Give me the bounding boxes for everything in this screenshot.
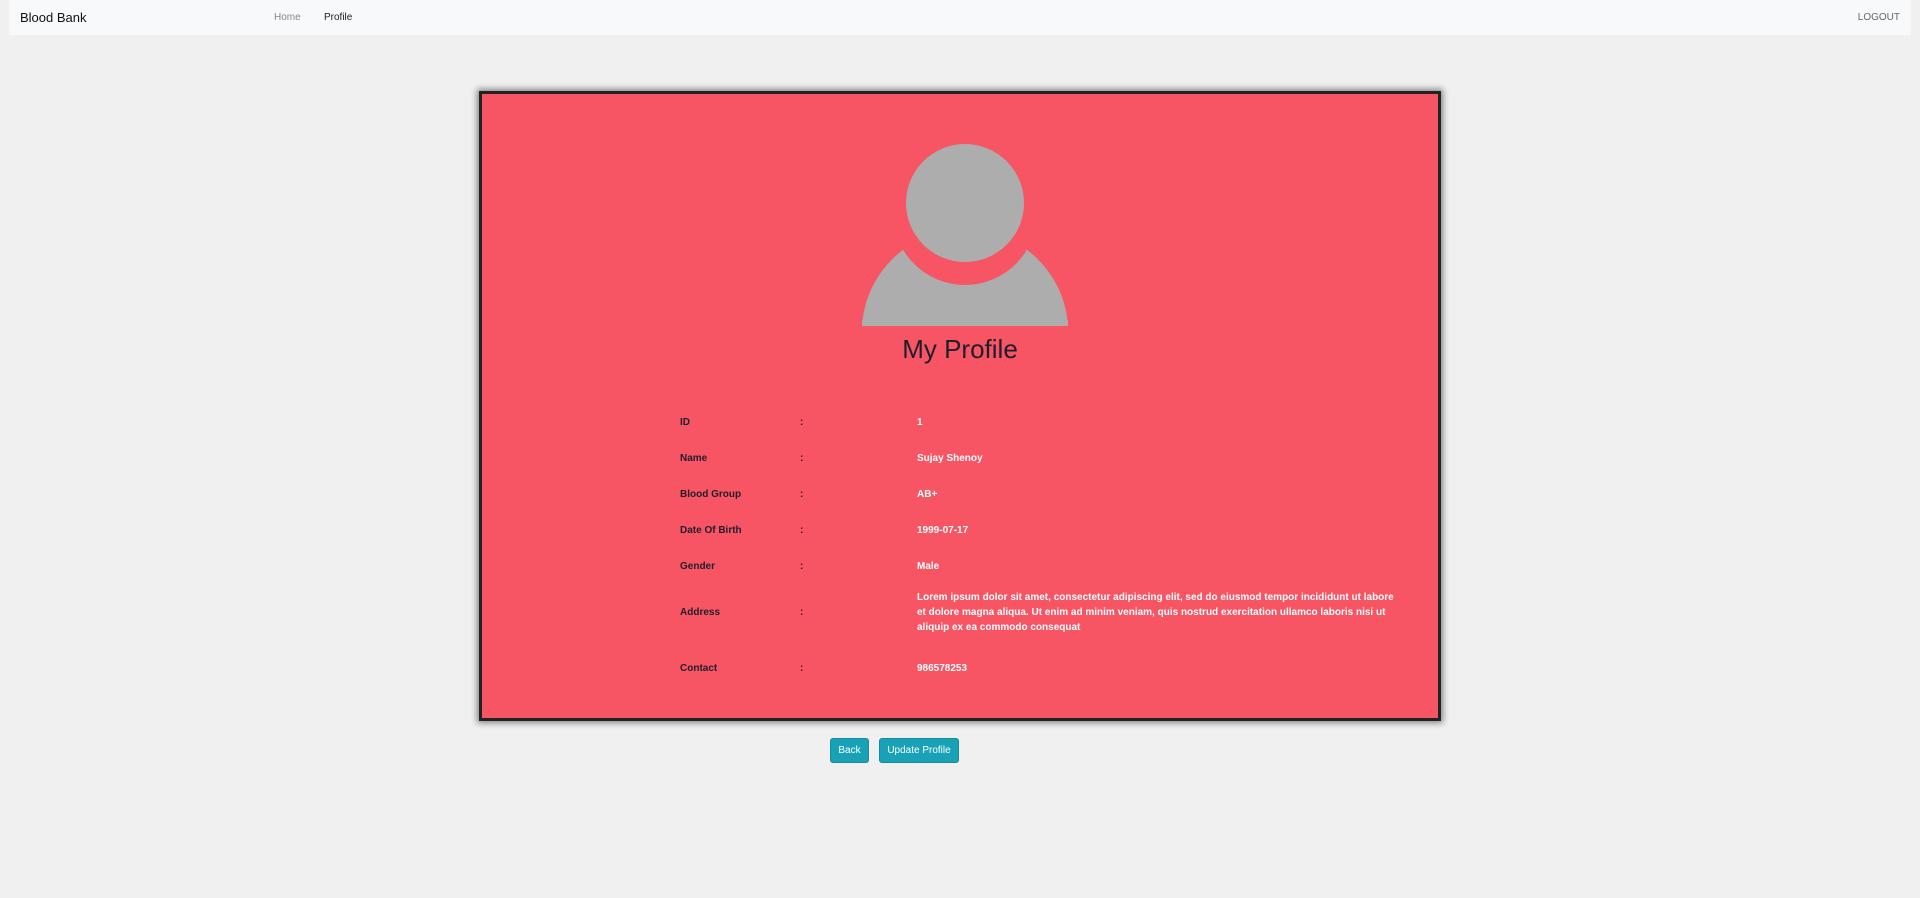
field-value: 986578253 [917, 663, 968, 674]
nav-link-profile[interactable]: Profile [324, 0, 352, 35]
field-label: Name [680, 453, 708, 464]
field-row-name: Name : Sujay Shenoy [680, 451, 1400, 466]
field-row-id: ID : 1 [680, 415, 1400, 430]
field-label: Address [680, 607, 721, 618]
user-avatar-icon [862, 141, 1068, 326]
field-value: 1 [917, 417, 923, 428]
field-separator: : [800, 525, 804, 536]
field-separator: : [800, 663, 804, 674]
field-label: Contact [680, 663, 718, 674]
back-button[interactable]: Back [831, 739, 868, 762]
field-value: 1999-07-17 [917, 525, 969, 536]
field-label: Blood Group [680, 489, 742, 500]
field-row-blood-group: Blood Group : AB+ [680, 487, 1400, 502]
field-row-date-of-birth: Date Of Birth : 1999-07-17 [680, 523, 1400, 538]
field-label: Date Of Birth [680, 525, 742, 536]
field-row-address: Address : Lorem ipsum dolor sit amet, co… [680, 590, 1400, 635]
profile-card: My Profile ID : 1 Name : Sujay Shenoy Bl… [479, 91, 1441, 721]
field-value: Sujay Shenoy [917, 453, 983, 464]
page-title: My Profile [902, 334, 1018, 364]
field-value: Lorem ipsum dolor sit amet, consectetur … [917, 592, 1394, 633]
field-separator: : [800, 561, 804, 572]
field-separator: : [800, 417, 804, 428]
field-label: ID [680, 417, 690, 428]
nav-link-home[interactable]: Home [274, 0, 301, 35]
field-separator: : [800, 607, 804, 618]
logout-link[interactable]: LOGOUT [1858, 0, 1900, 35]
field-value: Male [917, 561, 940, 572]
field-label: Gender [680, 561, 716, 572]
navbar: Blood Bank Home Profile LOGOUT [9, 0, 1911, 35]
field-value: AB+ [917, 489, 938, 500]
brand-logo[interactable]: Blood Bank [20, 0, 87, 35]
update-profile-button[interactable]: Update Profile [880, 739, 958, 762]
field-separator: : [800, 453, 804, 464]
field-separator: : [800, 489, 804, 500]
field-row-gender: Gender : Male [680, 559, 1400, 574]
field-row-contact: Contact : 986578253 [680, 661, 1400, 676]
